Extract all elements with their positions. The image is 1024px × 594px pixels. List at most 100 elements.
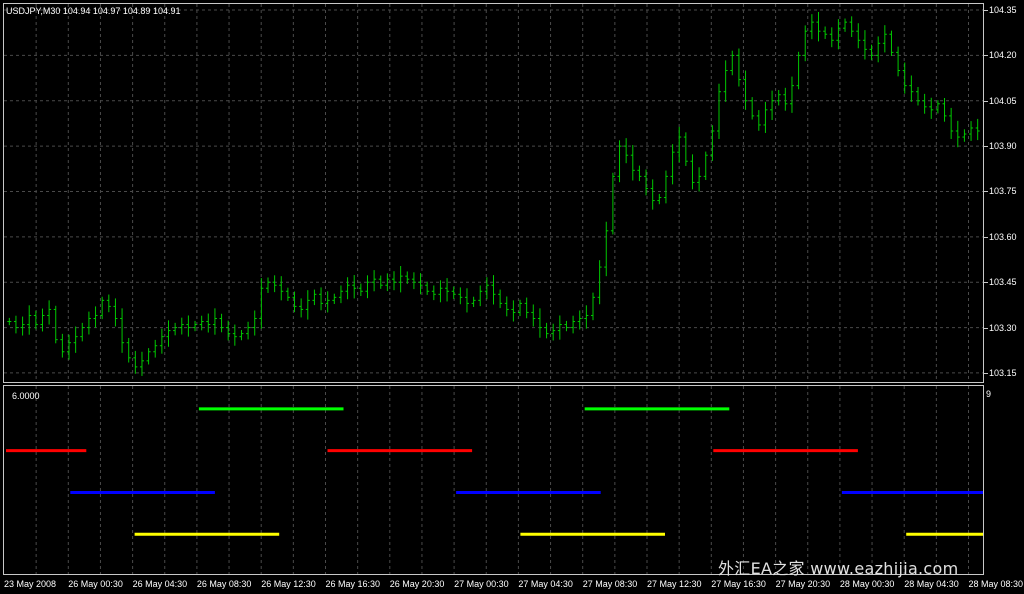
price-tick-label: 103.45 — [989, 277, 1017, 288]
ohlc-bar — [942, 97, 947, 122]
ohlc-bar — [703, 151, 708, 180]
ohlc-bar — [372, 270, 377, 292]
indicator-axis-max: 9 — [986, 389, 992, 399]
ohlc-bar — [272, 275, 277, 293]
ohlc-bar — [345, 277, 350, 300]
ohlc-bar — [796, 51, 801, 90]
ohlc-bar — [896, 46, 901, 77]
ohlc-bar — [47, 300, 52, 325]
ohlc-bar — [876, 36, 881, 63]
ohlc-bar — [27, 305, 32, 335]
ohlc-bar — [411, 272, 416, 290]
ohlc-bar — [803, 25, 808, 62]
time-tick-label: 26 May 04:30 — [132, 579, 188, 589]
time-tick-label: 27 May 12:30 — [647, 579, 702, 589]
indicator-value: 6.0000 — [12, 391, 40, 401]
ohlc-bar — [670, 144, 675, 185]
ohlc-bar — [358, 283, 363, 296]
ohlc-bar — [511, 300, 516, 322]
ohlc-bar — [723, 60, 728, 102]
ohlc-bar — [159, 328, 164, 354]
price-tick-label: 103.15 — [989, 367, 1017, 378]
ohlc-bar — [650, 179, 655, 210]
ohlc-bar — [504, 296, 509, 317]
ohlc-bar — [518, 299, 523, 317]
ohlc-bar — [571, 315, 576, 334]
ohlc-bar — [259, 278, 264, 329]
ohlc-bar — [902, 62, 907, 94]
ohlc-bar — [770, 90, 775, 121]
ohlc-bar — [630, 145, 635, 181]
chart-title: USDJPY,M30 104.94 104.97 104.89 104.91 — [6, 6, 181, 16]
price-tick-mark — [984, 100, 988, 102]
time-tick-label: 28 May 00:30 — [839, 579, 895, 589]
ohlc-bar — [93, 306, 98, 328]
ohlc-bar — [252, 310, 257, 336]
ohlc-bar — [637, 165, 642, 182]
ohlc-bar — [179, 317, 184, 335]
ohlc-bar — [279, 276, 284, 301]
ohlc-bar — [730, 50, 735, 76]
ohlc-bar — [909, 75, 914, 102]
ohlc-bar — [962, 129, 967, 142]
ohlc-bar — [312, 289, 317, 306]
ohlc-bar — [458, 287, 463, 305]
ohlc-bar — [352, 275, 357, 299]
price-tick-mark — [984, 236, 988, 238]
ohlc-bar — [153, 339, 158, 358]
ohlc-bar — [80, 322, 85, 342]
ohlc-bar — [756, 110, 761, 131]
chart-canvas — [4, 4, 983, 574]
price-tick-mark — [984, 282, 988, 284]
ohlc-bar — [584, 305, 589, 329]
ohlc-bar — [789, 76, 794, 113]
ohlc-bar — [445, 278, 450, 302]
ohlc-bar — [186, 315, 191, 337]
time-tick-label: 27 May 08:30 — [582, 579, 638, 589]
ohlc-bar — [425, 281, 430, 295]
ohlc-bar — [319, 287, 324, 311]
ohlc-bar — [717, 83, 722, 139]
ohlc-bar — [139, 351, 144, 376]
price-tick-mark — [984, 372, 988, 374]
ohlc-bar — [338, 285, 343, 304]
ohlc-bar — [949, 107, 954, 139]
ohlc-bar — [133, 350, 138, 374]
ohlc-bar — [126, 337, 131, 363]
ohlc-bar — [299, 298, 304, 318]
ohlc-bar — [922, 93, 927, 114]
ohlc-bar — [7, 317, 12, 326]
ohlc-bar — [332, 293, 337, 304]
time-tick-label: 27 May 00:30 — [454, 579, 509, 589]
price-tick-label: 103.60 — [989, 231, 1017, 242]
price-tick-mark — [984, 191, 988, 193]
ohlc-bar — [856, 23, 861, 49]
ohlc-bar — [677, 126, 682, 163]
ohlc-bar — [478, 285, 483, 307]
price-tick-mark — [984, 146, 988, 148]
ohlc-bar — [869, 44, 874, 61]
time-tick-label: 27 May 20:30 — [775, 579, 831, 589]
ohlc-bar — [13, 315, 18, 334]
price-tick-label: 103.30 — [989, 322, 1017, 333]
ohlc-bar — [73, 326, 78, 353]
time-tick-label: 23 May 2008 — [4, 579, 57, 589]
price-tick-mark — [984, 55, 988, 57]
ohlc-bar — [438, 280, 443, 303]
ohlc-bar — [683, 132, 688, 166]
ohlc-bar — [624, 138, 629, 164]
price-tick-label: 103.90 — [989, 141, 1017, 152]
watermark: 外汇EA之家 www.eazhijia.com — [718, 559, 959, 578]
ohlc-bar — [915, 86, 920, 106]
ohlc-bar — [604, 221, 609, 277]
ohlc-bar — [166, 320, 171, 347]
price-tick-label: 104.35 — [989, 5, 1017, 16]
time-tick-label: 26 May 12:30 — [261, 579, 316, 589]
ohlc-bar — [53, 305, 58, 344]
ohlc-bar — [173, 322, 178, 336]
price-tick-label: 104.20 — [989, 50, 1017, 61]
ohlc-bar — [763, 101, 768, 133]
ohlc-bar — [471, 296, 476, 308]
ohlc-bar — [246, 321, 251, 340]
ohlc-bar — [969, 121, 974, 141]
